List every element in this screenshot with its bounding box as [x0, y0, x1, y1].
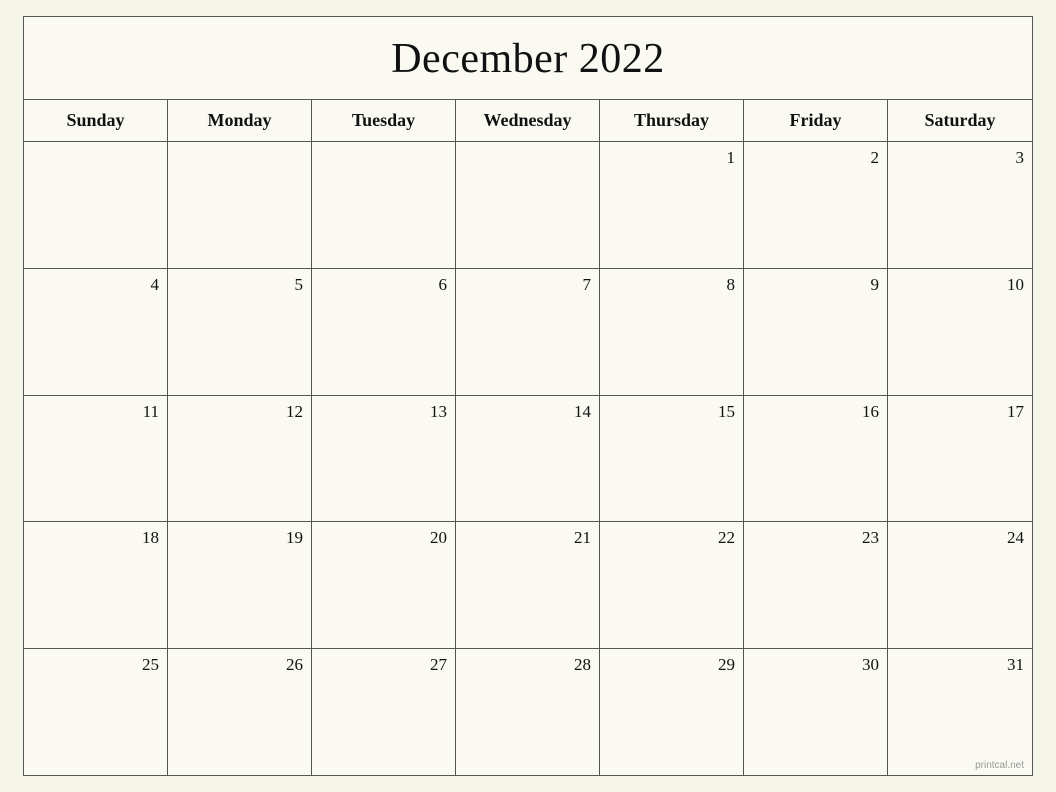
calendar-grid: SundayMondayTuesdayWednesdayThursdayFrid… [24, 100, 1032, 775]
day-cell: 4 [24, 269, 168, 395]
week-row-2: 45678910 [24, 269, 1032, 396]
day-cell: 16 [744, 396, 888, 522]
day-cell: 20 [312, 522, 456, 648]
day-cell: 29 [600, 649, 744, 775]
day-cell: 13 [312, 396, 456, 522]
day-cell: 2 [744, 142, 888, 268]
day-cell: 5 [168, 269, 312, 395]
day-cell: 26 [168, 649, 312, 775]
day-cell: 8 [600, 269, 744, 395]
day-cell: 19 [168, 522, 312, 648]
day-header-tuesday: Tuesday [312, 100, 456, 141]
day-cell: 24 [888, 522, 1032, 648]
week-row-4: 18192021222324 [24, 522, 1032, 649]
day-cell [312, 142, 456, 268]
day-cell [168, 142, 312, 268]
day-cell: 14 [456, 396, 600, 522]
day-cell: 28 [456, 649, 600, 775]
day-cell: 22 [600, 522, 744, 648]
calendar: December 2022 SundayMondayTuesdayWednesd… [23, 16, 1033, 776]
day-header-friday: Friday [744, 100, 888, 141]
day-header-sunday: Sunday [24, 100, 168, 141]
day-cell [24, 142, 168, 268]
day-headers-row: SundayMondayTuesdayWednesdayThursdayFrid… [24, 100, 1032, 142]
day-header-saturday: Saturday [888, 100, 1032, 141]
day-cell: 31printcal.net [888, 649, 1032, 775]
day-cell: 27 [312, 649, 456, 775]
day-cell [456, 142, 600, 268]
day-cell: 18 [24, 522, 168, 648]
week-row-3: 11121314151617 [24, 396, 1032, 523]
week-row-5: 25262728293031printcal.net [24, 649, 1032, 775]
calendar-title: December 2022 [24, 17, 1032, 100]
watermark: printcal.net [975, 760, 1024, 771]
day-header-monday: Monday [168, 100, 312, 141]
day-cell: 11 [24, 396, 168, 522]
day-cell: 3 [888, 142, 1032, 268]
weeks-container: 1234567891011121314151617181920212223242… [24, 142, 1032, 775]
day-cell: 6 [312, 269, 456, 395]
day-cell: 25 [24, 649, 168, 775]
day-cell: 15 [600, 396, 744, 522]
day-cell: 7 [456, 269, 600, 395]
day-cell: 9 [744, 269, 888, 395]
day-cell: 10 [888, 269, 1032, 395]
day-cell: 17 [888, 396, 1032, 522]
day-cell: 1 [600, 142, 744, 268]
day-cell: 23 [744, 522, 888, 648]
day-header-wednesday: Wednesday [456, 100, 600, 141]
day-cell: 21 [456, 522, 600, 648]
day-cell: 30 [744, 649, 888, 775]
week-row-1: 123 [24, 142, 1032, 269]
day-header-thursday: Thursday [600, 100, 744, 141]
day-cell: 12 [168, 396, 312, 522]
